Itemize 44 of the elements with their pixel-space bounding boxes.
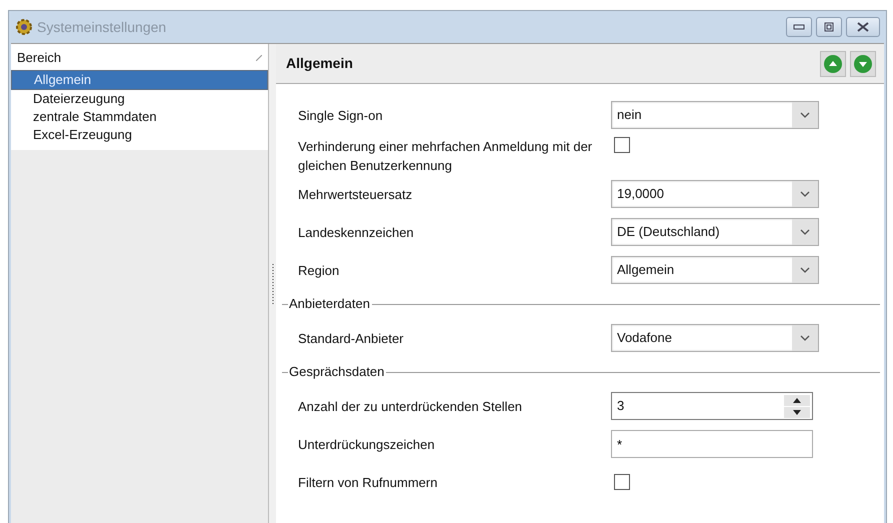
spin-down-icon[interactable] — [784, 406, 810, 418]
move-up-button[interactable] — [820, 50, 846, 76]
move-down-button[interactable] — [850, 50, 876, 76]
number-field[interactable]: 3 — [611, 392, 813, 420]
dropdown-caret-icon — [800, 191, 810, 197]
sidebar-item[interactable]: Excel-Erzeugung — [11, 126, 268, 144]
checkbox[interactable] — [614, 137, 630, 153]
input-field[interactable]: * — [611, 430, 813, 458]
section-title: Anbieterdaten — [289, 295, 370, 314]
dropdown-caret-icon — [800, 112, 810, 118]
field-label: Landeskennzeichen — [298, 224, 415, 242]
field-label: Unterdrückungszeichen — [298, 436, 436, 454]
dropdown-caret-icon — [800, 335, 810, 341]
dropdown-caret-icon — [800, 267, 810, 273]
section-title: Gesprächsdaten — [289, 363, 384, 382]
sidebar-item[interactable]: zentrale Stammdaten — [11, 108, 268, 126]
sidebar-header: Bereich — [17, 49, 62, 67]
dropdown-field[interactable]: Allgemein — [611, 256, 819, 284]
sidebar-item[interactable]: Allgemein — [11, 70, 268, 90]
dropdown-caret-icon — [800, 229, 810, 235]
field-label: Standard-Anbieter — [298, 330, 405, 348]
gear-icon — [15, 18, 33, 36]
dropdown-field[interactable]: DE (Deutschland) — [611, 218, 819, 246]
field-label: Anzahl der zu unterdrückenden Stellen — [298, 398, 524, 416]
dropdown-field[interactable]: nein — [611, 101, 819, 129]
spin-up-icon[interactable] — [784, 394, 810, 406]
dropdown-field[interactable]: Vodafone — [611, 324, 819, 352]
minimize-icon — [793, 24, 805, 30]
panel-title: Allgemein — [286, 54, 353, 73]
maximize-button[interactable] — [816, 17, 842, 37]
maximize-icon — [824, 22, 834, 32]
close-icon — [857, 22, 869, 32]
minimize-button[interactable] — [786, 17, 812, 37]
window-title: Systemeinstellungen — [37, 18, 166, 37]
field-label: Mehrwertsteuersatz — [298, 186, 414, 204]
close-button[interactable] — [846, 17, 880, 37]
sidebar-item[interactable]: Dateierzeugung — [11, 90, 268, 108]
field-label: Region — [298, 262, 340, 280]
dropdown-field[interactable]: 19,0000 — [611, 180, 819, 208]
field-label: Single Sign-on — [298, 106, 384, 124]
checkbox[interactable] — [614, 474, 630, 490]
field-label: Filtern von Rufnummern — [298, 474, 438, 492]
field-label: Verhinderung einer mehrfachen Anmeldung mit der gleichen Benutzerkennung — [298, 138, 594, 175]
splitter-handle-icon[interactable] — [272, 264, 274, 304]
